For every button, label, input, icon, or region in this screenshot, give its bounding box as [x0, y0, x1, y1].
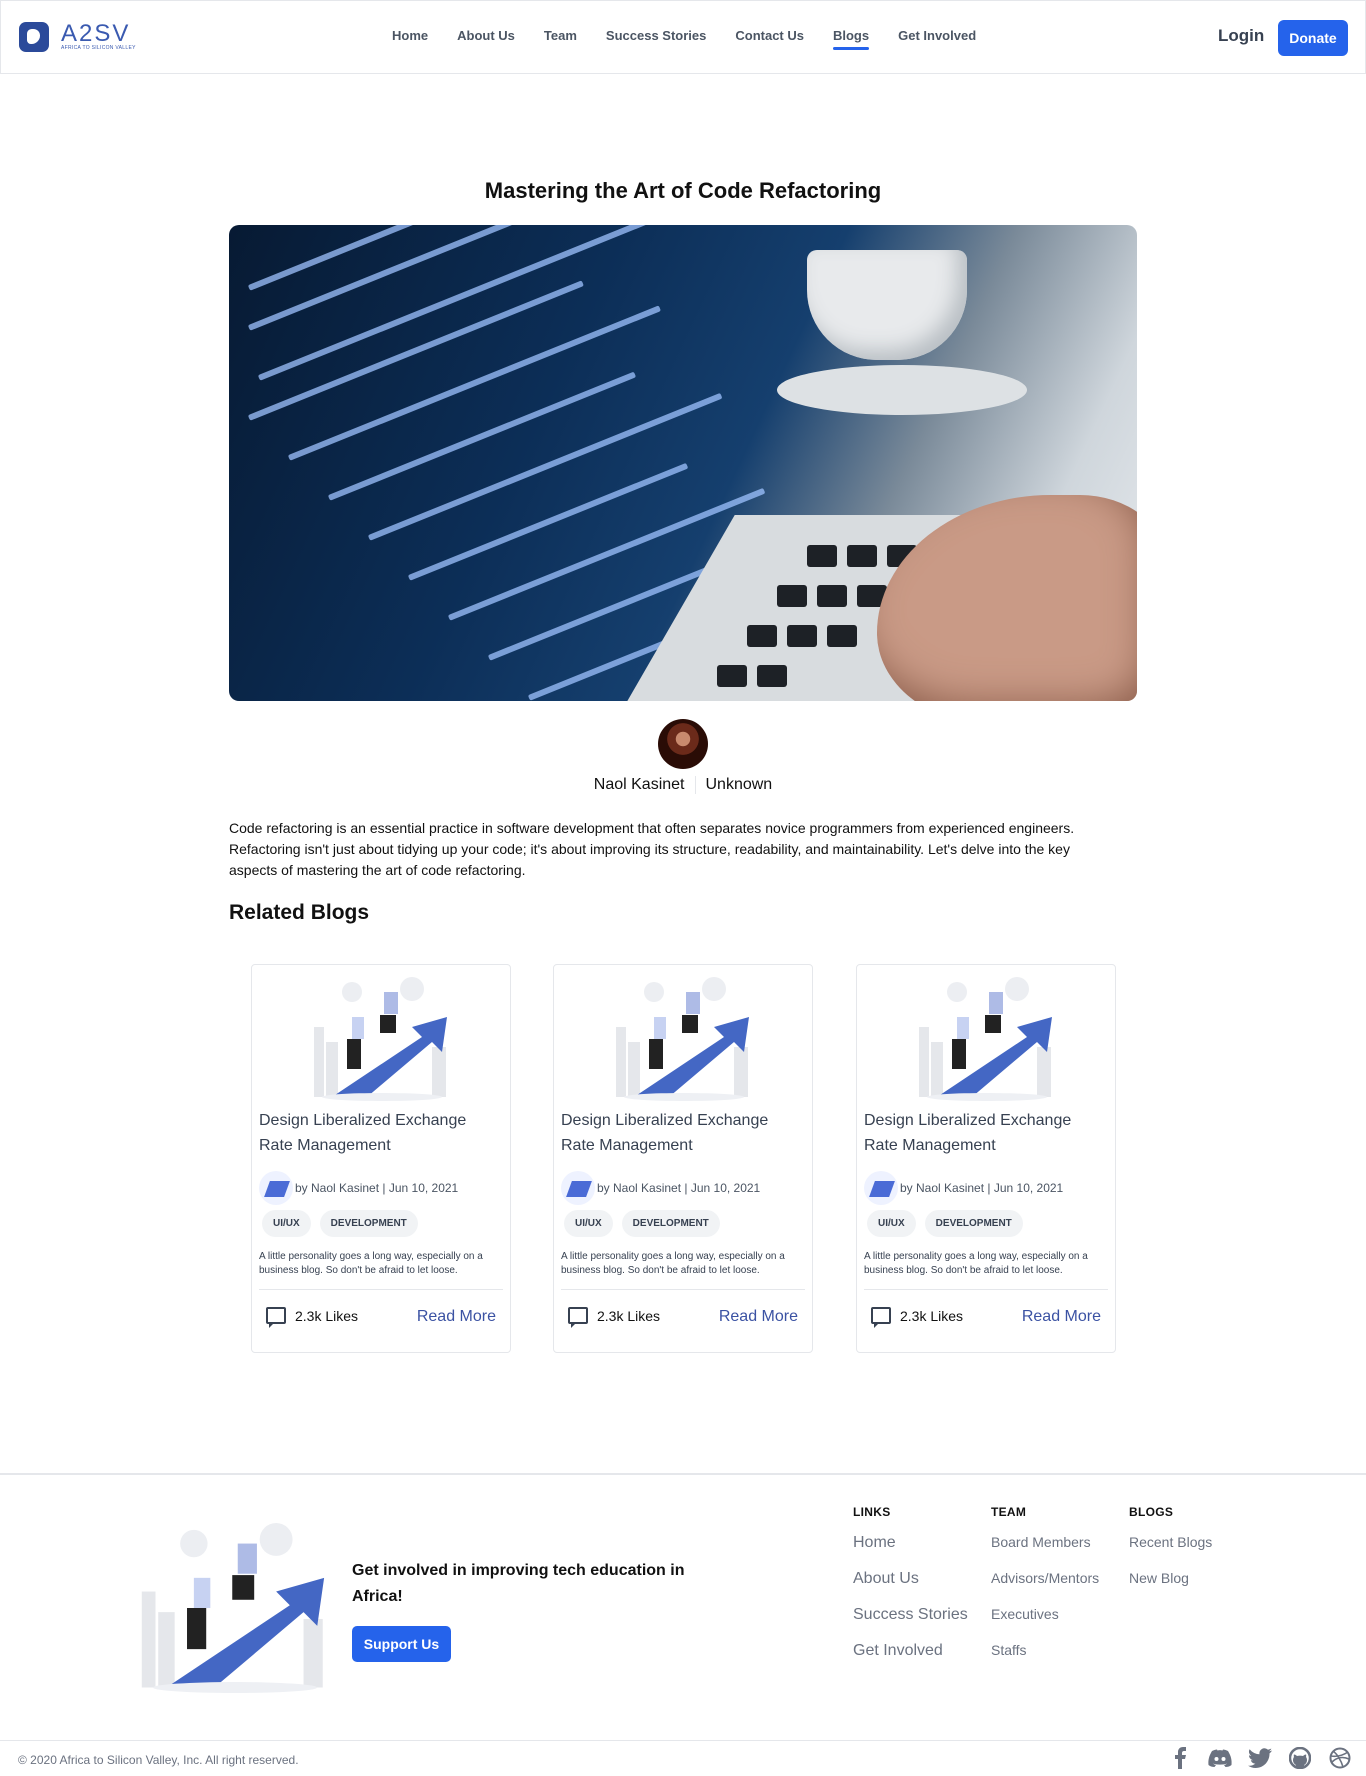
author-avatar	[864, 1171, 898, 1205]
footer-link-board-members[interactable]: Board Members	[991, 1534, 1099, 1550]
footer-link-get-involved[interactable]: Get Involved	[853, 1642, 968, 1660]
card-description: A little personality goes a long way, es…	[259, 1251, 483, 1276]
login-link[interactable]: Login	[1218, 26, 1264, 46]
card-byline: by Naol Kasinet | Jun 10, 2021	[597, 1181, 761, 1195]
footer-links-column: LINKS Home About Us Success Stories Get …	[853, 1505, 968, 1678]
tag-uiux[interactable]: UI/UX	[564, 1210, 613, 1237]
card-likes: 2.3k Likes	[568, 1307, 661, 1328]
logo-subtitle: AFRICA TO SILICON VALLEY	[61, 45, 136, 51]
support-us-button[interactable]: Support Us	[352, 1626, 451, 1662]
footer-divider	[0, 1473, 1366, 1475]
likes-count: 2.3k Likes	[597, 1307, 661, 1324]
card-title[interactable]: Design Liberalized Exchange Rate Managem…	[864, 1108, 1104, 1158]
footer-link-recent-blogs[interactable]: Recent Blogs	[1129, 1534, 1212, 1550]
climbing-illustration	[141, 1523, 325, 1693]
card-divider	[259, 1289, 503, 1290]
twitter-icon[interactable]	[1248, 1746, 1272, 1770]
climbing-illustration	[314, 977, 447, 1101]
likes-count: 2.3k Likes	[900, 1307, 964, 1324]
byline-divider	[694, 776, 696, 794]
tag-development[interactable]: DEVELOPMENT	[319, 1210, 418, 1237]
author-avatar	[561, 1171, 595, 1205]
footer-link-success-stories[interactable]: Success Stories	[853, 1606, 968, 1624]
card-description: A little personality goes a long way, es…	[864, 1251, 1088, 1276]
tag-uiux[interactable]: UI/UX	[867, 1210, 916, 1237]
footer-link-home[interactable]: Home	[853, 1534, 968, 1552]
likes-count: 2.3k Likes	[295, 1307, 359, 1324]
bottom-divider	[0, 1740, 1366, 1741]
card-tags: UI/UX DEVELOPMENT	[262, 1210, 427, 1237]
card-title[interactable]: Design Liberalized Exchange Rate Managem…	[259, 1108, 499, 1158]
card-byline: by Naol Kasinet | Jun 10, 2021	[900, 1181, 1064, 1195]
read-more-link[interactable]: Read More	[1022, 1308, 1101, 1326]
article-hero-image	[229, 225, 1137, 701]
article-intro: Code refactoring is an essential practic…	[229, 820, 1075, 878]
africa-map-icon	[19, 22, 49, 52]
tag-development[interactable]: DEVELOPMENT	[924, 1210, 1023, 1237]
author-avatar	[658, 719, 708, 769]
nav-contact-us[interactable]: Contact Us	[735, 28, 804, 43]
article-title: Mastering the Art of Code Refactoring	[484, 178, 882, 203]
card-meta: by Naol Kasinet | Jun 10, 2021	[561, 1171, 760, 1205]
card-byline: by Naol Kasinet | Jun 10, 2021	[295, 1181, 459, 1195]
card-divider	[561, 1289, 805, 1290]
comment-icon	[568, 1307, 588, 1328]
author-byline: Naol Kasinet Unknown	[0, 776, 1366, 794]
social-links	[1168, 1746, 1366, 1770]
card-description: A little personality goes a long way, es…	[561, 1251, 785, 1276]
nav-get-involved[interactable]: Get Involved	[898, 28, 976, 43]
logo-text: A2SV	[61, 20, 131, 47]
climbing-illustration	[616, 977, 749, 1101]
blog-card[interactable]: Design Liberalized Exchange Rate Managem…	[553, 964, 813, 1353]
author-avatar	[259, 1171, 293, 1205]
author-name: Naol Kasinet	[593, 776, 685, 793]
blog-card[interactable]: Design Liberalized Exchange Rate Managem…	[856, 964, 1116, 1353]
footer-cta-text: Get involved in improving tech education…	[352, 1562, 685, 1605]
comment-icon	[871, 1307, 891, 1328]
nav-blogs[interactable]: Blogs	[832, 28, 870, 50]
tag-development[interactable]: DEVELOPMENT	[621, 1210, 720, 1237]
footer-links-heading: LINKS	[853, 1505, 891, 1519]
navbar: A2SV AFRICA TO SILICON VALLEY Home About…	[0, 0, 1366, 74]
climbing-illustration	[919, 977, 1052, 1101]
card-meta: by Naol Kasinet | Jun 10, 2021	[259, 1171, 458, 1205]
footer-link-about-us[interactable]: About Us	[853, 1570, 968, 1588]
card-divider	[864, 1289, 1108, 1290]
card-title[interactable]: Design Liberalized Exchange Rate Managem…	[561, 1108, 801, 1158]
blog-card[interactable]: Design Liberalized Exchange Rate Managem…	[251, 964, 511, 1353]
facebook-icon[interactable]	[1168, 1746, 1192, 1770]
card-likes: 2.3k Likes	[266, 1307, 359, 1328]
footer-team-column: TEAM Board Members Advisors/Mentors Exec…	[991, 1505, 1099, 1678]
read-more-link[interactable]: Read More	[719, 1308, 798, 1326]
footer-blogs-column: BLOGS Recent Blogs New Blog	[1129, 1505, 1212, 1606]
comment-icon	[266, 1307, 286, 1328]
related-blogs-heading: Related Blogs	[229, 901, 370, 924]
footer-link-staffs[interactable]: Staffs	[991, 1642, 1099, 1658]
card-likes: 2.3k Likes	[871, 1307, 964, 1328]
nav-home[interactable]: Home	[392, 28, 428, 43]
footer-link-new-blog[interactable]: New Blog	[1129, 1570, 1212, 1586]
author-role: Unknown	[705, 776, 773, 793]
github-icon[interactable]	[1288, 1746, 1312, 1770]
nav-team[interactable]: Team	[544, 28, 577, 43]
donate-button[interactable]: Donate	[1278, 20, 1348, 56]
card-tags: UI/UX DEVELOPMENT	[867, 1210, 1032, 1237]
discord-icon[interactable]	[1208, 1746, 1232, 1770]
footer-link-advisors-mentors[interactable]: Advisors/Mentors	[991, 1570, 1099, 1586]
logo[interactable]: A2SV AFRICA TO SILICON VALLEY	[19, 22, 136, 52]
nav-about-us[interactable]: About Us	[457, 28, 515, 43]
dribbble-icon[interactable]	[1328, 1746, 1352, 1770]
nav-success-stories[interactable]: Success Stories	[606, 28, 706, 43]
card-meta: by Naol Kasinet | Jun 10, 2021	[864, 1171, 1063, 1205]
tag-uiux[interactable]: UI/UX	[262, 1210, 311, 1237]
main-nav: Home About Us Team Success Stories Conta…	[392, 28, 1005, 50]
footer-blogs-heading: BLOGS	[1129, 1505, 1174, 1519]
card-tags: UI/UX DEVELOPMENT	[564, 1210, 729, 1237]
footer-team-heading: TEAM	[991, 1505, 1027, 1519]
copyright-text: © 2020 Africa to Silicon Valley, Inc. Al…	[18, 1753, 299, 1767]
footer-link-executives[interactable]: Executives	[991, 1606, 1099, 1622]
read-more-link[interactable]: Read More	[417, 1308, 496, 1326]
